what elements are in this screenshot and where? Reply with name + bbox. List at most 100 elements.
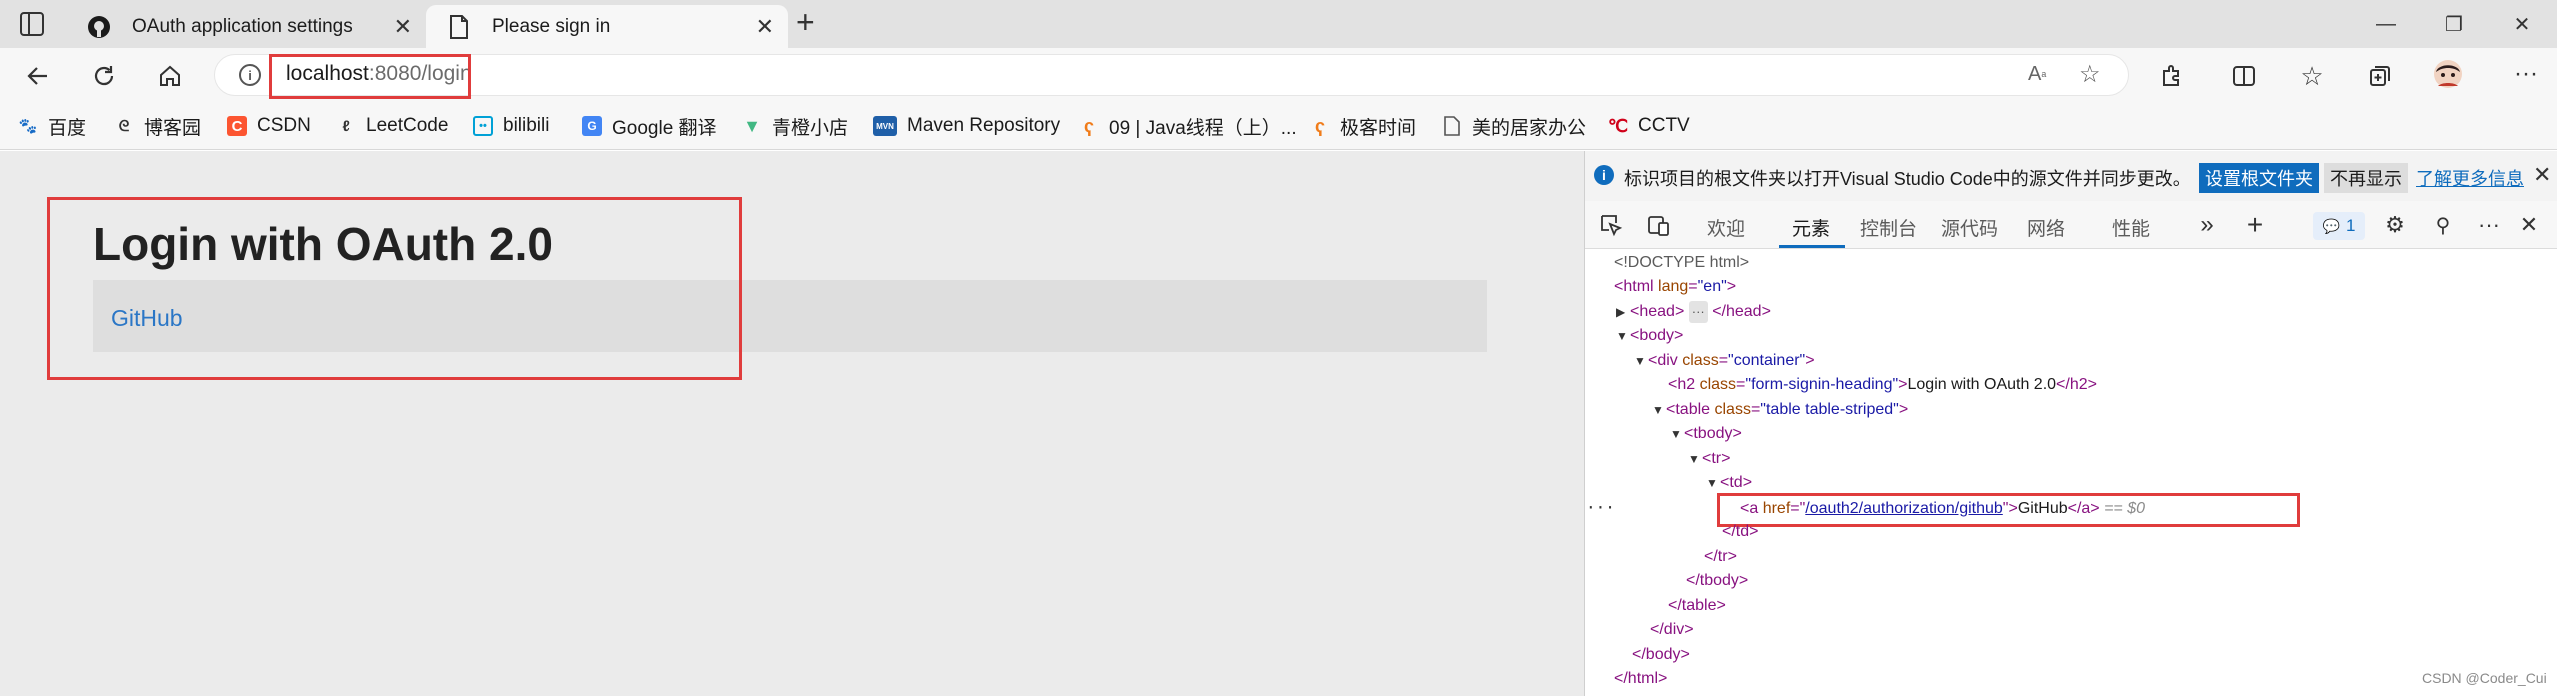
issues-badge[interactable]: 💬 1 xyxy=(2313,212,2365,240)
tab-please-sign-in[interactable]: Please sign in ✕ xyxy=(426,5,788,48)
tab-title: OAuth application settings xyxy=(132,15,353,37)
title-bar: OAuth application settings ✕ Please sign… xyxy=(0,0,2557,48)
dom-body-open[interactable]: ▼ <body> xyxy=(1616,325,1683,347)
tab-elements[interactable]: 元素 xyxy=(1792,214,1830,241)
dom-div-open[interactable]: ▼ <div class="container"> xyxy=(1634,350,1815,372)
close-icon[interactable]: ✕ xyxy=(2533,162,2551,188)
leetcode-icon: ℓ xyxy=(342,117,350,135)
vue-icon: ▼ xyxy=(743,115,761,136)
dom-tbody-open[interactable]: ▼ <tbody> xyxy=(1670,423,1742,445)
info-icon: i xyxy=(1594,165,1614,185)
collections-icon[interactable] xyxy=(2364,60,2396,92)
bookmark-google-translate[interactable]: G Google 翻译 xyxy=(582,112,717,140)
dom-td-close[interactable]: </td> xyxy=(1722,521,1758,543)
profile-avatar[interactable] xyxy=(2432,58,2464,90)
dom-div-close[interactable]: </div> xyxy=(1650,619,1694,641)
dont-show-again-button[interactable]: 不再显示 xyxy=(2324,163,2408,193)
expand-arrow-icon[interactable]: ▶ xyxy=(1616,301,1630,323)
tab-welcome[interactable]: 欢迎 xyxy=(1707,214,1745,241)
bilibili-icon: •• xyxy=(473,116,493,136)
bookmark-csdn[interactable]: C CSDN xyxy=(227,112,311,140)
tab-performance[interactable]: 性能 xyxy=(2112,214,2150,241)
back-icon[interactable] xyxy=(22,60,54,92)
geektime-icon: ҁ xyxy=(1314,115,1325,136)
page-icon xyxy=(446,14,472,40)
bookmark-java-thread[interactable]: ҁ 09 | Java线程（上）... xyxy=(1079,112,1297,140)
dom-html-open[interactable]: <html lang="en"> xyxy=(1614,276,1736,298)
collapse-arrow-icon[interactable]: ▼ xyxy=(1634,350,1648,372)
github-icon xyxy=(86,14,112,40)
collapse-arrow-icon[interactable]: ▼ xyxy=(1616,325,1630,347)
favorites-icon[interactable]: ☆ xyxy=(2296,60,2328,92)
tab-sources[interactable]: 源代码 xyxy=(1941,214,1998,241)
bookmark-geektime[interactable]: ҁ 极客时间 xyxy=(1310,112,1416,140)
bookmark-cctv[interactable]: ℃ CCTV xyxy=(1608,112,1690,140)
collapse-arrow-icon[interactable]: ▼ xyxy=(1688,448,1702,470)
dom-doctype[interactable]: <!DOCTYPE html> xyxy=(1614,252,1749,274)
tab-oauth-settings[interactable]: OAuth application settings ✕ xyxy=(66,5,426,48)
tab-console[interactable]: 控制台 xyxy=(1860,214,1917,241)
customize-icon[interactable]: ⚲ xyxy=(2428,210,2458,240)
issues-count: 1 xyxy=(2345,216,2356,235)
bookmark-midea[interactable]: 美的居家办公 xyxy=(1442,112,1586,140)
more-menu-icon[interactable]: ··· xyxy=(2510,58,2542,90)
address-bar[interactable]: i Aᵃ ☆ xyxy=(214,54,2129,96)
csdn-icon: C xyxy=(227,116,247,136)
dom-tbody-close[interactable]: </tbody> xyxy=(1686,570,1748,592)
node-actions-icon[interactable]: ··· xyxy=(1586,498,1615,517)
tab-network[interactable]: 网络 xyxy=(2027,214,2065,241)
home-icon[interactable] xyxy=(154,60,186,92)
tab-actions-icon[interactable] xyxy=(20,12,44,36)
dom-head[interactable]: ▶ <head> ··· </head> xyxy=(1616,301,1771,323)
more-tabs-icon[interactable]: » xyxy=(2192,210,2222,240)
add-favorite-icon[interactable]: ☆ xyxy=(2079,60,2101,89)
annotation-highlight-page xyxy=(47,197,742,380)
collapse-arrow-icon[interactable]: ▼ xyxy=(1706,472,1720,494)
device-emulation-icon[interactable] xyxy=(1644,210,1674,240)
dom-tr-open[interactable]: ▼ <tr> xyxy=(1688,448,1730,470)
bookmark-baidu[interactable]: 🐾 百度 xyxy=(18,112,86,140)
add-tab-icon[interactable]: + xyxy=(2240,209,2270,240)
infobar-message: 标识项目的根文件夹以打开Visual Studio Code中的源文件并同步更改… xyxy=(1624,169,2191,189)
bookmark-cnblogs[interactable]: ᘓ 博客园 xyxy=(114,112,201,140)
minimize-button[interactable]: — xyxy=(2352,0,2420,48)
dom-html-close[interactable]: </html> xyxy=(1614,668,1667,690)
baidu-icon: 🐾 xyxy=(18,118,38,135)
more-options-icon[interactable]: ··· xyxy=(2474,210,2504,240)
split-screen-icon[interactable] xyxy=(2228,60,2260,92)
geektime-icon: ҁ xyxy=(1083,115,1094,136)
settings-gear-icon[interactable]: ⚙ xyxy=(2380,210,2410,240)
cnblogs-icon: ᘓ xyxy=(118,117,130,135)
close-window-button[interactable]: ✕ xyxy=(2488,0,2556,48)
dom-h2[interactable]: <h2 class="form-signin-heading">Login wi… xyxy=(1668,374,2097,396)
new-tab-button[interactable]: + xyxy=(796,4,815,41)
annotation-highlight-address xyxy=(269,54,471,99)
bookmark-bilibili[interactable]: •• bilibili xyxy=(473,112,549,140)
set-root-folder-button[interactable]: 设置根文件夹 xyxy=(2199,163,2319,193)
close-icon[interactable]: ✕ xyxy=(756,14,774,40)
dom-td-open[interactable]: ▼ <td> xyxy=(1706,472,1752,494)
read-aloud-icon[interactable]: Aᵃ xyxy=(2028,63,2046,86)
extensions-icon[interactable] xyxy=(2155,60,2187,92)
bookmark-maven[interactable]: MVN Maven Repository xyxy=(873,112,1060,140)
site-info-icon[interactable]: i xyxy=(239,64,261,86)
refresh-icon[interactable] xyxy=(88,60,120,92)
google-translate-icon: G xyxy=(582,116,602,136)
collapse-arrow-icon[interactable]: ▼ xyxy=(1670,423,1684,445)
close-icon[interactable]: ✕ xyxy=(394,14,412,40)
tab-title: Please sign in xyxy=(492,15,611,37)
dom-table-close[interactable]: </table> xyxy=(1668,595,1726,617)
close-devtools-icon[interactable]: ✕ xyxy=(2514,210,2544,240)
bookmarks-bar: 🐾 百度 ᘓ 博客园 C CSDN ℓ LeetCode •• bilibili G Goo… xyxy=(0,102,2557,150)
bookmark-leetcode[interactable]: ℓ LeetCode xyxy=(336,112,448,140)
active-tab-indicator xyxy=(1779,245,1845,248)
learn-more-link[interactable]: 了解更多信息 xyxy=(2416,165,2524,191)
inspect-element-icon[interactable] xyxy=(1596,210,1626,240)
dom-table-open[interactable]: ▼ <table class="table table-striped"> xyxy=(1652,399,1908,421)
collapse-arrow-icon[interactable]: ▼ xyxy=(1652,399,1666,421)
dom-tr-close[interactable]: </tr> xyxy=(1704,546,1737,568)
watermark: CSDN @Coder_Cui xyxy=(2422,670,2547,686)
bookmark-qingcheng[interactable]: ▼ 青橙小店 xyxy=(742,112,848,140)
dom-body-close[interactable]: </body> xyxy=(1632,644,1690,666)
restore-button[interactable]: ❐ xyxy=(2420,0,2488,48)
